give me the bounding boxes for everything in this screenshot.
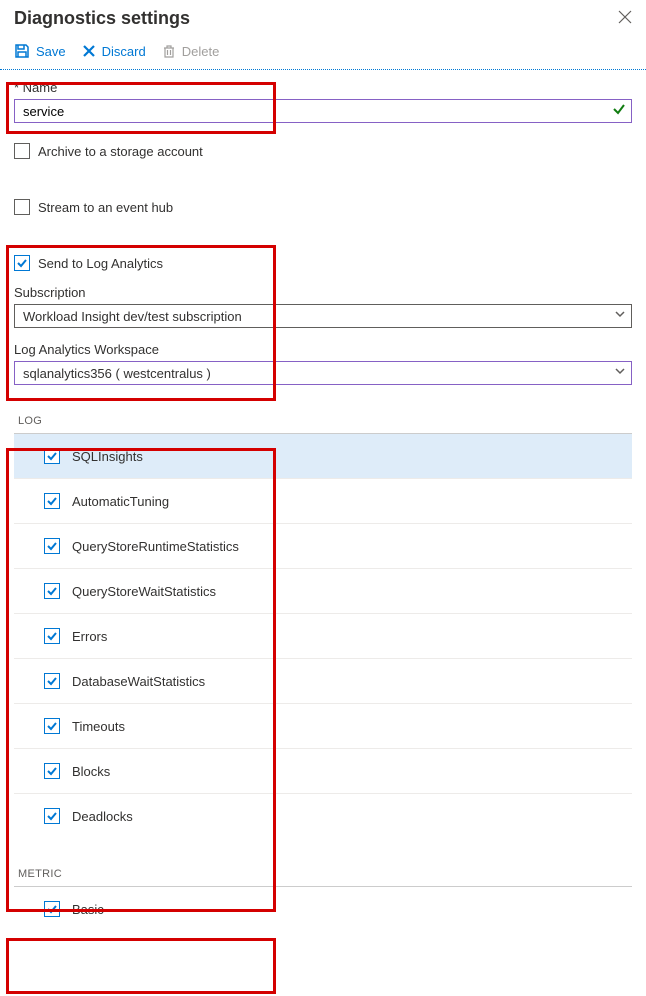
log-item-row[interactable]: SQLInsights bbox=[14, 434, 632, 479]
send-la-checkbox[interactable] bbox=[14, 255, 30, 271]
stream-checkbox[interactable] bbox=[14, 199, 30, 215]
log-item-checkbox[interactable] bbox=[44, 718, 60, 734]
log-list: SQLInsights AutomaticTuning QueryStoreRunt… bbox=[14, 434, 632, 838]
subscription-label: Subscription bbox=[14, 285, 632, 300]
archive-label: Archive to a storage account bbox=[38, 144, 203, 159]
log-item-checkbox[interactable] bbox=[44, 628, 60, 644]
log-section-header: LOG bbox=[14, 385, 632, 434]
save-icon bbox=[14, 43, 30, 59]
stream-checkbox-row[interactable]: Stream to an event hub bbox=[14, 199, 632, 215]
log-item-row[interactable]: Errors bbox=[14, 614, 632, 659]
valid-check-icon bbox=[612, 102, 626, 119]
send-la-checkbox-row[interactable]: Send to Log Analytics bbox=[14, 255, 632, 271]
log-item-label: QueryStoreRuntimeStatistics bbox=[72, 539, 239, 554]
page-title: Diagnostics settings bbox=[14, 8, 190, 29]
delete-icon bbox=[162, 44, 176, 58]
discard-button[interactable]: Discard bbox=[82, 44, 146, 59]
subscription-select[interactable]: Workload Insight dev/test subscription bbox=[14, 304, 632, 328]
close-icon[interactable] bbox=[618, 10, 632, 27]
log-item-label: DatabaseWaitStatistics bbox=[72, 674, 205, 689]
workspace-select[interactable]: sqlanalytics356 ( westcentralus ) bbox=[14, 361, 632, 385]
workspace-label: Log Analytics Workspace bbox=[14, 342, 632, 357]
log-item-row[interactable]: Deadlocks bbox=[14, 794, 632, 838]
log-item-checkbox[interactable] bbox=[44, 448, 60, 464]
stream-label: Stream to an event hub bbox=[38, 200, 173, 215]
subscription-value: Workload Insight dev/test subscription bbox=[23, 309, 242, 324]
log-item-label: Errors bbox=[72, 629, 107, 644]
log-item-label: Blocks bbox=[72, 764, 110, 779]
log-item-row[interactable]: Blocks bbox=[14, 749, 632, 794]
log-item-label: AutomaticTuning bbox=[72, 494, 169, 509]
metric-list: Basic bbox=[14, 887, 632, 931]
log-item-row[interactable]: Timeouts bbox=[14, 704, 632, 749]
log-item-label: QueryStoreWaitStatistics bbox=[72, 584, 216, 599]
discard-label: Discard bbox=[102, 44, 146, 59]
metric-item-row[interactable]: Basic bbox=[14, 887, 632, 931]
save-button[interactable]: Save bbox=[14, 43, 66, 59]
delete-button: Delete bbox=[162, 44, 220, 59]
log-item-checkbox[interactable] bbox=[44, 808, 60, 824]
discard-icon bbox=[82, 44, 96, 58]
archive-checkbox-row[interactable]: Archive to a storage account bbox=[14, 143, 632, 159]
log-item-label: SQLInsights bbox=[72, 449, 143, 464]
log-item-checkbox[interactable] bbox=[44, 493, 60, 509]
name-input[interactable] bbox=[14, 99, 632, 123]
archive-checkbox[interactable] bbox=[14, 143, 30, 159]
log-item-row[interactable]: DatabaseWaitStatistics bbox=[14, 659, 632, 704]
log-item-label: Deadlocks bbox=[72, 809, 133, 824]
metric-section-header: METRIC bbox=[14, 838, 632, 887]
delete-label: Delete bbox=[182, 44, 220, 59]
name-label: Name bbox=[14, 80, 632, 95]
workspace-value: sqlanalytics356 ( westcentralus ) bbox=[23, 366, 211, 381]
send-la-label: Send to Log Analytics bbox=[38, 256, 163, 271]
log-item-row[interactable]: QueryStoreWaitStatistics bbox=[14, 569, 632, 614]
log-item-row[interactable]: QueryStoreRuntimeStatistics bbox=[14, 524, 632, 569]
log-item-row[interactable]: AutomaticTuning bbox=[14, 479, 632, 524]
log-item-checkbox[interactable] bbox=[44, 583, 60, 599]
log-item-checkbox[interactable] bbox=[44, 538, 60, 554]
metric-item-label: Basic bbox=[72, 902, 104, 917]
log-item-checkbox[interactable] bbox=[44, 763, 60, 779]
save-label: Save bbox=[36, 44, 66, 59]
metric-item-checkbox[interactable] bbox=[44, 901, 60, 917]
log-item-checkbox[interactable] bbox=[44, 673, 60, 689]
log-item-label: Timeouts bbox=[72, 719, 125, 734]
